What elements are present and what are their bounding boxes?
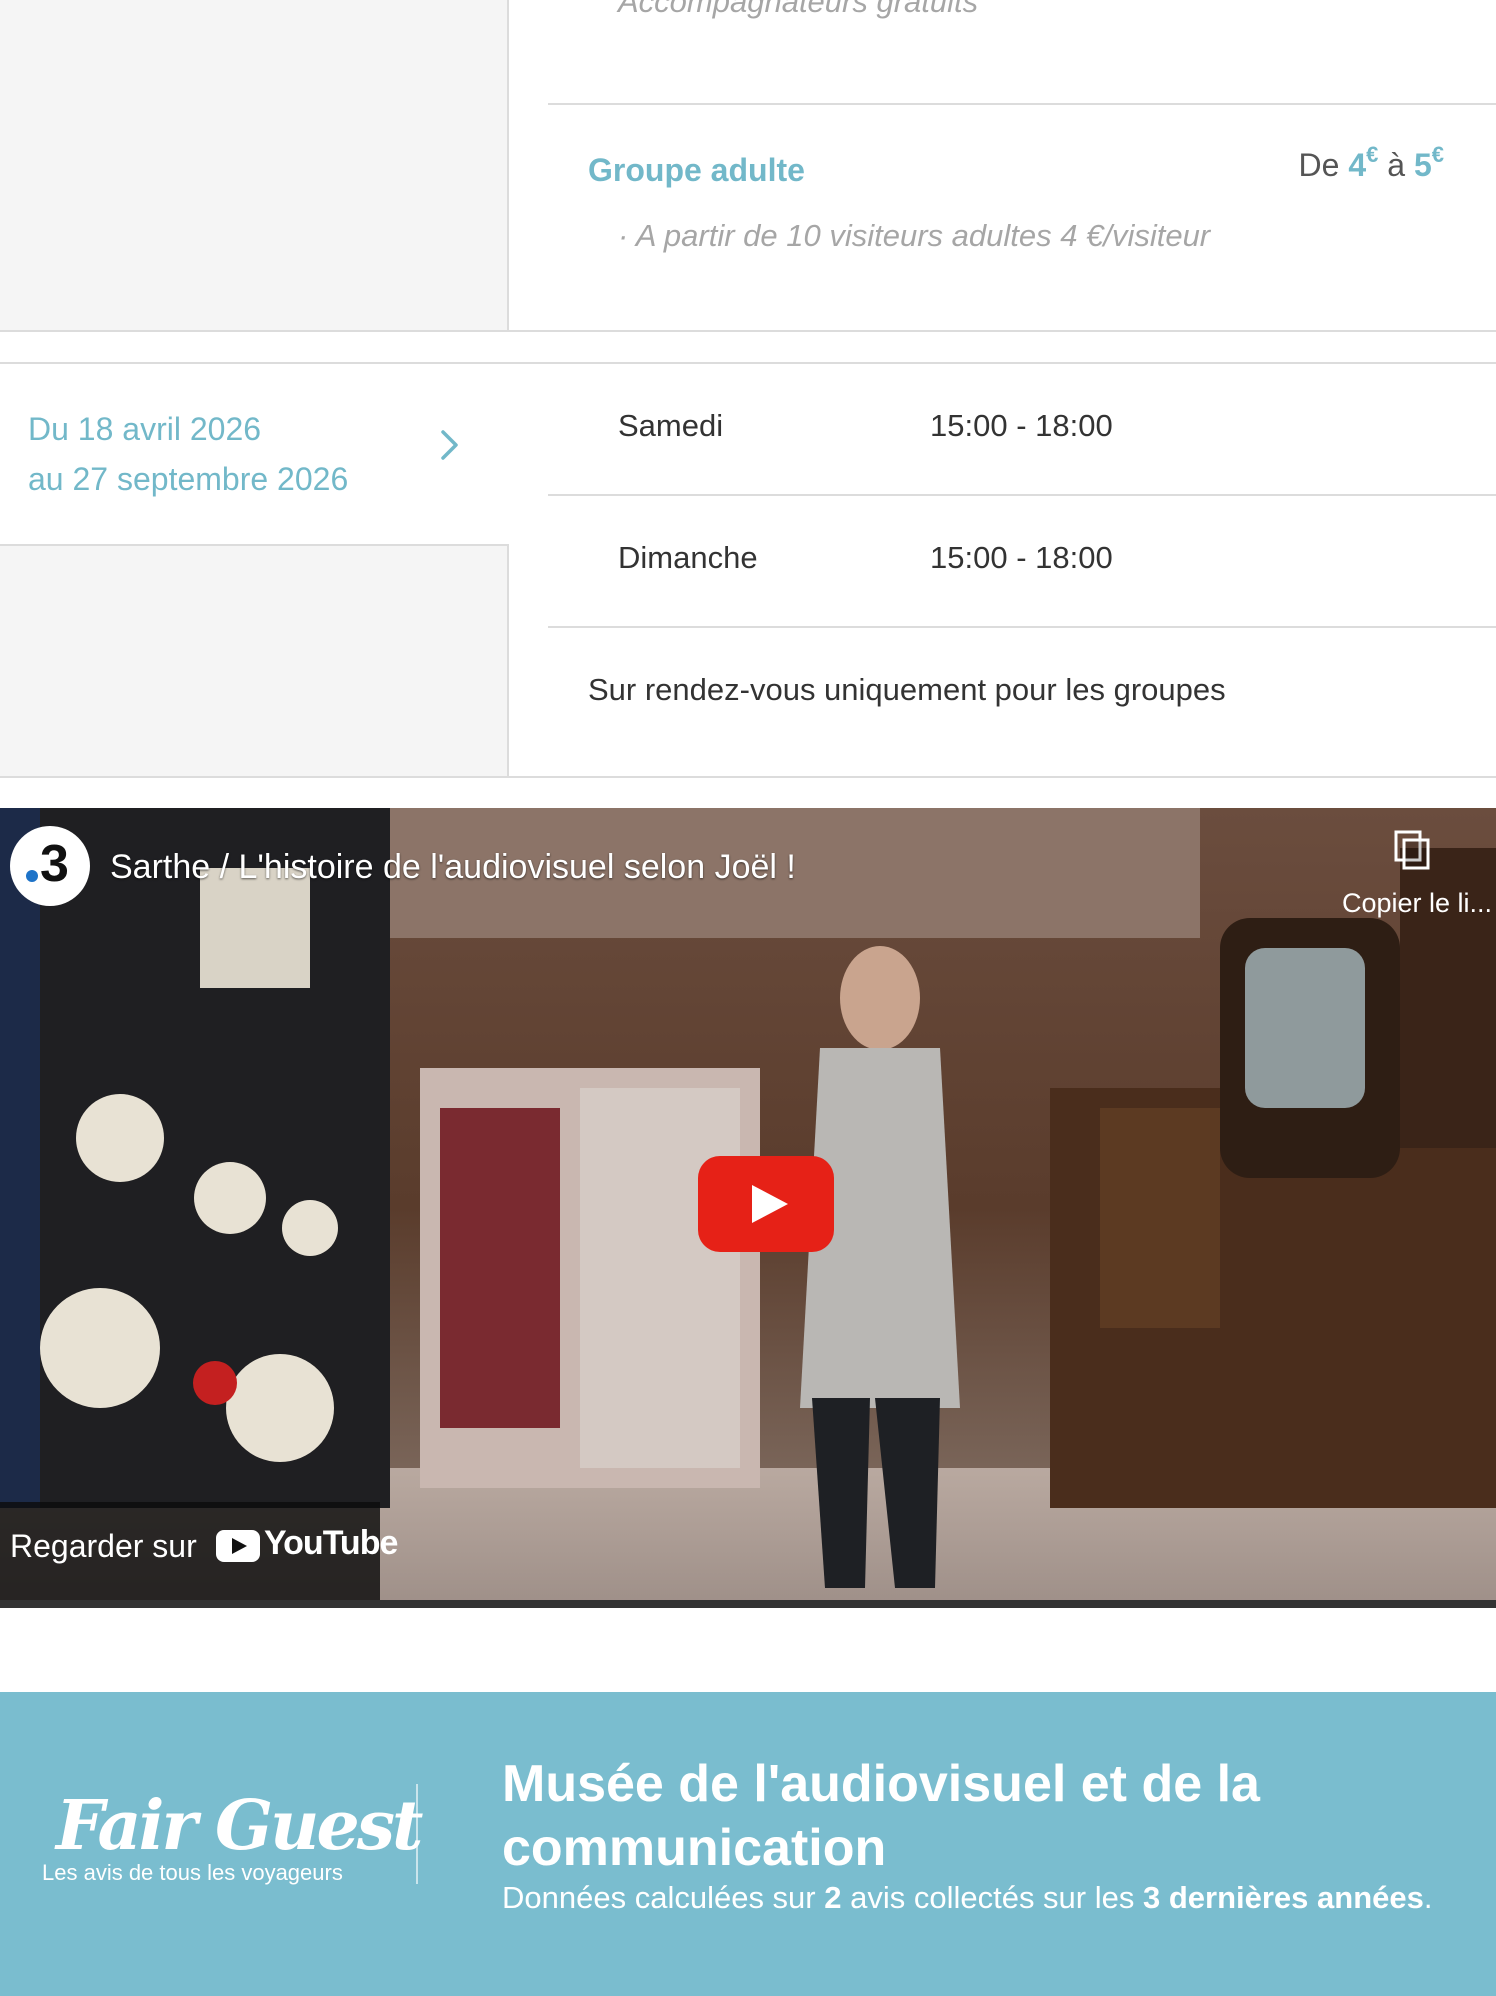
channel-logo[interactable]: 3: [10, 826, 90, 906]
fairguest-banner: Fair Guest Les avis de tous les voyageur…: [0, 1692, 1496, 1996]
stats-text: Données calculées sur: [502, 1880, 825, 1915]
group-adult-label: Groupe adulte: [588, 152, 805, 188]
section-divider: [0, 362, 1496, 364]
review-stats: Données calculées sur 2 avis collectés s…: [502, 1880, 1433, 1916]
currency: €: [1431, 142, 1444, 167]
divider: [548, 626, 1496, 628]
copy-link-icon[interactable]: [1388, 828, 1436, 876]
currency: €: [1366, 142, 1379, 167]
companion-note: Accompagnateurs gratuits: [618, 0, 979, 19]
price-from-word: De: [1298, 147, 1340, 183]
schedule-day: Dimanche: [618, 540, 758, 575]
video-player[interactable]: 3 Sarthe / L'histoire de l'audiovisuel s…: [0, 808, 1496, 1608]
divider: [507, 544, 509, 778]
price-max: 5: [1413, 147, 1432, 183]
channel-logo-text: 3: [40, 835, 69, 893]
date-range-toggle[interactable]: Du 18 avril 2026 au 27 septembre 2026: [28, 404, 348, 504]
youtube-wordmark: YouTube: [264, 1524, 398, 1562]
date-range-start: Du 18 avril 2026: [28, 411, 262, 447]
divider: [548, 103, 1496, 105]
group-note: · A partir de 10 visiteurs adultes 4 €/v…: [618, 218, 1211, 253]
youtube-play-icon: [216, 1530, 260, 1562]
divider: [548, 494, 1496, 496]
section-divider: [0, 330, 1496, 332]
video-bottom-bar: [0, 1600, 1496, 1608]
date-range-end: au 27 septembre 2026: [28, 461, 349, 497]
review-period: 3 dernières années: [1142, 1880, 1424, 1915]
schedule-day: Samedi: [618, 408, 724, 443]
fairguest-tagline: Les avis de tous les voyageurs: [42, 1860, 343, 1885]
divider: [507, 0, 509, 330]
fairguest-logo[interactable]: Fair Guest: [56, 1786, 423, 1866]
copy-link-label[interactable]: Copier le li...: [1342, 888, 1492, 919]
stats-text: avis collectés sur les: [841, 1880, 1143, 1915]
left-panel-top: [0, 0, 508, 330]
divider: [0, 544, 508, 546]
schedule-hours: 15:00 - 18:00: [930, 408, 1113, 443]
museum-title: Musée de l'audiovisuel et de la communic…: [502, 1755, 1260, 1877]
review-count: 2: [824, 1880, 842, 1915]
chevron-right-icon[interactable]: [432, 428, 466, 462]
price-min: 4: [1348, 147, 1367, 183]
schedule-hours: 15:00 - 18:00: [930, 540, 1113, 575]
group-price: De 4€ à 5€: [1299, 142, 1444, 184]
section-divider: [0, 776, 1496, 778]
appointment-note: Sur rendez-vous uniquement pour les grou…: [588, 672, 1226, 707]
play-button[interactable]: [698, 1156, 834, 1252]
stats-text: .: [1423, 1880, 1433, 1915]
video-title[interactable]: Sarthe / L'histoire de l'audiovisuel sel…: [110, 848, 796, 887]
left-panel-bottom: [0, 544, 508, 778]
watch-on-label: Regarder sur: [10, 1528, 197, 1564]
divider: [416, 1784, 418, 1884]
channel-dot: [26, 870, 38, 882]
price-to-word: à: [1387, 147, 1406, 183]
